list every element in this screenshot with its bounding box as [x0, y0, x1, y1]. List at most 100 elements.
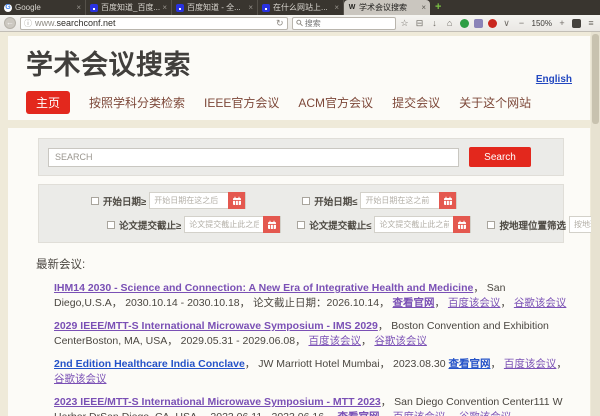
filter-input[interactable]: [375, 220, 453, 229]
conference-link-google[interactable]: 谷歌该会议: [54, 373, 107, 385]
baidu-favicon: [176, 4, 184, 12]
browser-search-input[interactable]: [305, 19, 392, 28]
conference-link-google[interactable]: 谷歌该会议: [459, 411, 512, 416]
conference-list: IHM14 2030 - Science and Connection: A N…: [36, 281, 568, 416]
page-title: 学术会议搜索: [26, 43, 574, 82]
filter-checkbox[interactable]: [107, 221, 115, 229]
filter-row: 开始日期≥开始日期≤: [45, 192, 557, 209]
google-favicon: G: [4, 4, 12, 12]
browser-tab[interactable]: GGoogle×: [0, 0, 86, 15]
site-header: 学术会议搜索 English 主页 按照学科分类检索 IEEE官方会议 ACM官方会议…: [8, 36, 590, 120]
browser-tab[interactable]: W学术会议搜索×: [344, 0, 430, 15]
zoom-level-indicator[interactable]: 150%: [532, 19, 552, 28]
filter-checkbox[interactable]: [302, 197, 310, 205]
nav-item-5[interactable]: 关于这个网站: [459, 94, 531, 111]
tab-title: 学术会议搜索: [359, 2, 419, 13]
conference-link-baidu[interactable]: 百度该会议: [393, 411, 446, 416]
privacy-badge-icon[interactable]: [460, 19, 469, 28]
calendar-icon[interactable]: [439, 192, 456, 209]
conference-title-link[interactable]: IHM14 2030 - Science and Connection: A N…: [54, 282, 473, 294]
filter-checkbox[interactable]: [297, 221, 305, 229]
reload-icon[interactable]: ↻: [276, 18, 284, 29]
adblock-icon[interactable]: [488, 19, 497, 28]
tab-close-icon[interactable]: ×: [334, 3, 339, 12]
tab-title: Google: [15, 3, 74, 12]
site-identity-icon[interactable]: ⓘ: [24, 18, 32, 29]
conference-link-google[interactable]: 谷歌该会议: [514, 297, 567, 309]
nav-item-1[interactable]: 按照学科分类检索: [89, 94, 185, 111]
conference-entry: 2029 IEEE/MTT-S International Microwave …: [54, 319, 568, 349]
conference-link-official[interactable]: 查看官网: [393, 297, 435, 309]
conference-link-official[interactable]: 查看官网: [337, 411, 379, 416]
conference-title-link[interactable]: 2nd Edition Healthcare India Conclave: [54, 358, 245, 370]
tab-close-icon[interactable]: ×: [162, 3, 167, 12]
filter-checkbox[interactable]: [91, 197, 99, 205]
separator: ，: [435, 297, 448, 309]
separator: ，: [500, 297, 513, 309]
zoom-out-icon[interactable]: −: [517, 18, 527, 28]
home-icon[interactable]: ⌂: [445, 18, 455, 28]
separator: ，: [445, 411, 458, 416]
scrollbar-thumb[interactable]: [592, 34, 599, 124]
filter-row: 论文提交截止≥论文提交截止≤按地理位置筛选: [45, 216, 557, 233]
nav-item-0[interactable]: 主页: [26, 91, 70, 114]
zoom-in-icon[interactable]: +: [557, 18, 567, 28]
conference-title-link[interactable]: 2029 IEEE/MTT-S International Microwave …: [54, 320, 378, 332]
calendar-icon[interactable]: [263, 216, 280, 233]
url-text-www: www.: [35, 18, 57, 28]
filter-input[interactable]: [185, 220, 263, 229]
main-content: Search 开始日期≥开始日期≤ 论文提交截止≥论文提交截止≤按地理位置筛选 最…: [8, 128, 590, 416]
browser-tab[interactable]: 百度知道 - 全...×: [172, 0, 258, 15]
filter-input-wrap: [360, 192, 457, 209]
pocket-icon[interactable]: [572, 19, 581, 28]
filter-panel: 开始日期≥开始日期≤ 论文提交截止≥论文提交截止≤按地理位置筛选: [38, 184, 564, 243]
conference-link-baidu[interactable]: 百度该会议: [448, 297, 501, 309]
nav-item-3[interactable]: ACM官方会议: [298, 94, 373, 111]
browser-search-field[interactable]: [292, 17, 396, 30]
conference-title-link[interactable]: 2023 IEEE/MTT-S International Microwave …: [54, 396, 381, 408]
nav-item-4[interactable]: 提交会议: [392, 94, 440, 111]
filter-label: 按地理位置筛选: [499, 218, 566, 232]
nav-item-2[interactable]: IEEE官方会议: [204, 94, 279, 111]
filter-location: 按地理位置筛选: [487, 216, 600, 233]
bookmark-star-icon[interactable]: ☆: [400, 18, 410, 29]
web-page: 学术会议搜索 English 主页 按照学科分类检索 IEEE官方会议 ACM官方会议…: [0, 32, 600, 416]
search-panel: Search: [38, 138, 564, 176]
overflow-caret-icon[interactable]: ∨: [502, 18, 512, 29]
filter-date: 开始日期≥: [91, 192, 246, 209]
filter-checkbox[interactable]: [487, 221, 495, 229]
calendar-icon[interactable]: [228, 192, 245, 209]
baidu-favicon: [262, 4, 270, 12]
conference-link-baidu[interactable]: 百度该会议: [504, 358, 557, 370]
conference-entry: IHM14 2030 - Science and Connection: A N…: [54, 281, 568, 311]
conference-link-google[interactable]: 谷歌该会议: [374, 335, 427, 347]
separator: ，: [556, 358, 567, 370]
conference-link-official[interactable]: 查看官网: [448, 358, 490, 370]
tab-title: 在什么网站上...: [273, 2, 332, 13]
download-icon[interactable]: ↓: [430, 18, 440, 28]
latest-conferences-heading: 最新会议:: [36, 256, 568, 272]
filter-input-wrap: [374, 216, 471, 233]
url-text-domain: searchconf.net: [57, 18, 116, 28]
browser-window: GGoogle×百度知道_百度...×百度知道 - 全...×在什么网站上...…: [0, 0, 600, 416]
calendar-icon[interactable]: [453, 216, 470, 233]
tab-close-icon[interactable]: ×: [248, 3, 253, 12]
filter-input[interactable]: [150, 196, 228, 205]
conference-link-baidu[interactable]: 百度该会议: [308, 335, 361, 347]
menu-icon[interactable]: ≡: [586, 18, 596, 28]
browser-tab[interactable]: 百度知道_百度...×: [86, 0, 172, 15]
search-button[interactable]: Search: [469, 147, 531, 167]
filter-input[interactable]: [361, 196, 439, 205]
tab-close-icon[interactable]: ×: [421, 3, 426, 12]
url-bar[interactable]: ⓘ www. searchconf.net ↻: [20, 17, 288, 30]
back-button[interactable]: ←: [4, 17, 16, 29]
new-tab-button[interactable]: +: [430, 0, 446, 15]
page-scrollbar[interactable]: [591, 32, 600, 416]
browser-tab[interactable]: 在什么网站上...×: [258, 0, 344, 15]
english-language-link[interactable]: English: [536, 74, 572, 85]
extension-icon[interactable]: [474, 19, 483, 28]
tab-strip: GGoogle×百度知道_百度...×百度知道 - 全...×在什么网站上...…: [0, 0, 600, 15]
library-icon[interactable]: ⊟: [415, 18, 425, 29]
tab-close-icon[interactable]: ×: [76, 3, 81, 12]
search-input[interactable]: [48, 148, 459, 167]
